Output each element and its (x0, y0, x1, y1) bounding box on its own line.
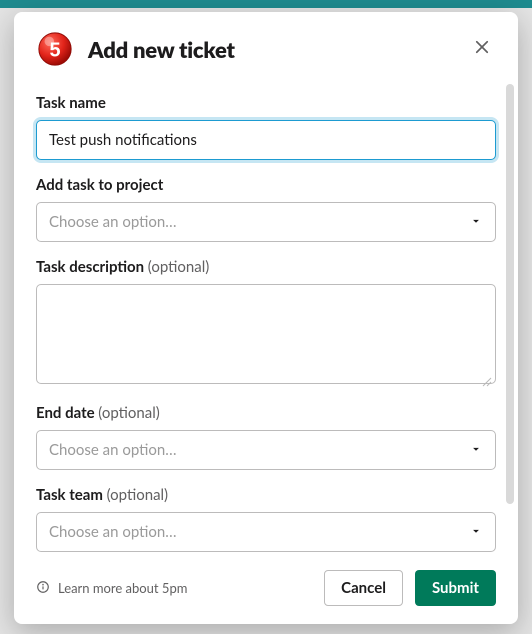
team-select-placeholder: Choose an option… (49, 523, 177, 541)
end-date-select[interactable]: Choose an option… (36, 430, 496, 470)
description-label-text: Task description (36, 258, 144, 276)
app-logo-icon: 5 (36, 30, 74, 68)
team-optional: (optional) (107, 486, 169, 504)
chevron-down-icon (469, 441, 483, 460)
description-label: Task description (optional) (36, 258, 496, 276)
team-label: Task team (optional) (36, 486, 496, 504)
dialog-footer: Learn more about 5pm Cancel Submit (14, 556, 518, 624)
dialog-title: Add new ticket (88, 36, 454, 63)
field-team: Task team (optional) Choose an option… (36, 486, 496, 552)
background-bar (0, 0, 532, 8)
description-optional: (optional) (148, 258, 210, 276)
submit-button-label: Submit (432, 579, 479, 597)
dialog: 5 Add new ticket Task name Add task to p… (14, 12, 518, 624)
close-icon (473, 38, 491, 60)
project-select-placeholder: Choose an option… (49, 213, 177, 231)
end-date-optional: (optional) (98, 404, 160, 422)
learn-more-link[interactable]: Learn more about 5pm (36, 580, 312, 597)
end-date-label: End date (optional) (36, 404, 496, 422)
close-button[interactable] (468, 35, 496, 63)
team-label-text: Task team (36, 486, 103, 504)
field-description: Task description (optional) (36, 258, 496, 388)
learn-more-text: Learn more about 5pm (58, 580, 187, 596)
cancel-button[interactable]: Cancel (324, 570, 403, 606)
task-name-label: Task name (36, 94, 496, 112)
team-select[interactable]: Choose an option… (36, 512, 496, 552)
dialog-body-wrap: Task name Add task to project Choose an … (14, 78, 518, 556)
field-project: Add task to project Choose an option… (36, 176, 496, 242)
description-textarea[interactable] (36, 284, 496, 384)
task-name-input[interactable] (36, 120, 496, 160)
dialog-header: 5 Add new ticket (14, 12, 518, 78)
chevron-down-icon (469, 523, 483, 542)
info-icon (36, 580, 50, 597)
logo-number: 5 (49, 40, 60, 62)
project-select[interactable]: Choose an option… (36, 202, 496, 242)
field-end-date: End date (optional) Choose an option… (36, 404, 496, 470)
dialog-body: Task name Add task to project Choose an … (14, 78, 518, 556)
field-task-name: Task name (36, 94, 496, 160)
end-date-select-placeholder: Choose an option… (49, 441, 177, 459)
chevron-down-icon (469, 213, 483, 232)
submit-button[interactable]: Submit (415, 570, 496, 606)
project-label: Add task to project (36, 176, 496, 194)
end-date-label-text: End date (36, 404, 95, 422)
cancel-button-label: Cancel (341, 579, 386, 597)
